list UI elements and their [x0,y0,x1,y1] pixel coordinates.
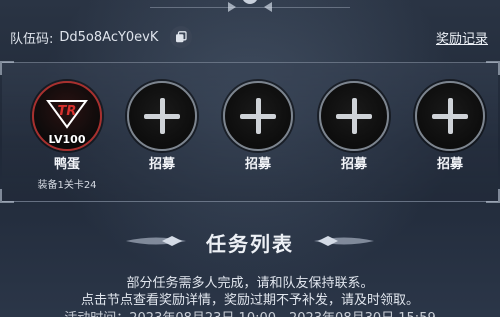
recruit-label: 招募 [436,157,463,172]
banner-left-arrow [228,2,236,12]
top-banner-decoration [150,0,350,12]
task-note-line: 点击节点查看奖励详情，奖励过期不予补发，请及时领取。 [80,293,419,308]
banner-right-arrow [264,2,272,12]
team-code-row: 队伍码: Dd5o8AcY0evK [10,26,193,48]
panel-corner-decoration [486,61,500,75]
member-slot-recruit[interactable]: 招募 [314,81,394,172]
plus-icon [432,98,468,134]
leader-level-badge: LV100 [48,133,86,146]
recruit-label: 招募 [244,157,271,172]
recruit-button[interactable] [319,81,389,151]
member-slot-recruit[interactable]: 招募 [410,81,490,172]
recruit-button[interactable] [223,81,293,151]
member-slot-recruit[interactable]: 招募 [218,81,298,172]
team-code-value: Dd5o8AcY0evK [59,29,159,45]
team-members-panel: TR LV100 鸭蛋 装备1关卡24 招募 招募 招募 招募 [0,61,500,203]
recruit-label: 招募 [340,157,367,172]
member-slot-leader[interactable]: TR LV100 鸭蛋 装备1关卡24 [27,81,107,191]
task-list-title: 任务列表 [206,232,294,256]
plus-icon [240,98,276,134]
panel-corner-decoration [486,189,500,203]
plus-icon [144,98,180,134]
title-right-ornament [314,236,374,246]
copy-icon [176,31,188,43]
task-list-header: 任务列表 [0,224,500,260]
recruit-button[interactable] [415,81,485,151]
member-slot-recruit[interactable]: 招募 [122,81,202,172]
recruit-label: 招募 [148,157,175,172]
leader-avatar[interactable]: TR LV100 [32,81,102,151]
banner-emblem-icon [242,0,258,4]
team-code-label: 队伍码: [10,31,54,47]
panel-corner-decoration [0,189,14,203]
leader-progress-text: 装备1关卡24 [37,180,97,191]
leader-name: 鸭蛋 [53,157,80,172]
team-logo-icon: TR [46,100,88,129]
event-time-line: 活动时间：2023年08月23日 10:00 - 2023年08月30日 15:… [0,307,500,317]
reward-record-link[interactable]: 奖励记录 [436,28,488,47]
copy-code-button[interactable] [170,26,193,48]
team-logo-text: TR [58,104,77,119]
plus-icon [336,98,372,134]
panel-corner-decoration [0,61,14,75]
recruit-button[interactable] [127,81,197,151]
